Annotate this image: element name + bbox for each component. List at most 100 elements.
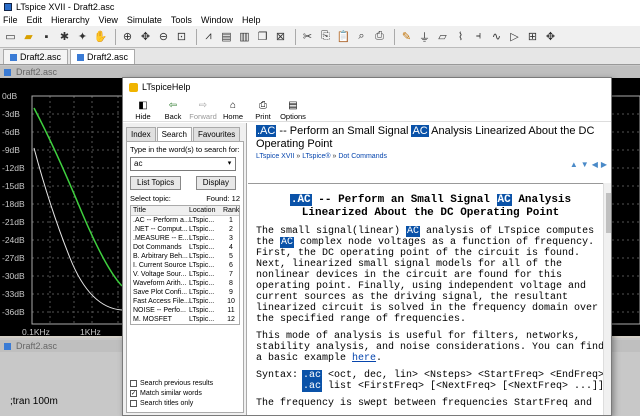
col-location[interactable]: Location xyxy=(189,206,223,215)
search-previous-checkbox[interactable]: Search previous results xyxy=(130,379,213,388)
breadcrumb-link[interactable]: LTspice® xyxy=(302,153,330,160)
search-hit: .ac xyxy=(302,370,323,381)
zoom-in-icon[interactable]: ⊕ xyxy=(120,29,135,44)
forward-button[interactable]: ⇨ Forward xyxy=(189,100,217,121)
dropdown-arrow-icon[interactable]: ▾ xyxy=(225,159,234,169)
settings-icon[interactable]: ✱ xyxy=(57,29,72,44)
copy-icon[interactable]: ⎘ xyxy=(318,29,333,44)
label-net-icon[interactable]: ▱ xyxy=(435,29,450,44)
find-icon[interactable]: ⌕ xyxy=(354,29,369,44)
app-title: LTspice XVII - Draft2.asc xyxy=(16,1,115,12)
capacitor-icon[interactable]: ⫞ xyxy=(471,29,486,44)
result-row[interactable]: B. Arbitrary Beh... LTspic... 5 xyxy=(131,252,239,261)
y-tick-label: -12dB xyxy=(2,163,25,173)
search-hit: AC xyxy=(496,194,512,206)
col-rank[interactable]: Rank xyxy=(223,206,239,215)
search-options: Search previous results ✓ Match similar w… xyxy=(130,378,213,408)
menu-view[interactable]: View xyxy=(99,15,118,25)
tab-index[interactable]: Index xyxy=(126,127,156,141)
move-icon[interactable]: ✥ xyxy=(543,29,558,44)
tab-label: Draft2.asc xyxy=(20,52,62,62)
schematic-icon xyxy=(4,343,11,350)
print-icon[interactable]: ⎙ xyxy=(372,29,387,44)
result-row[interactable]: I. Current Source LTspic... 6 xyxy=(131,261,239,270)
tab-draft2-schematic[interactable]: Draft2.asc xyxy=(3,49,69,64)
component-icon[interactable]: ⊞ xyxy=(525,29,540,44)
result-row[interactable]: Save Plot Confi... LTspic... 9 xyxy=(131,288,239,297)
tab-search[interactable]: Search xyxy=(156,127,192,141)
cut-icon[interactable]: ✂ xyxy=(300,29,315,44)
breadcrumb-link[interactable]: LTspice XVII xyxy=(256,153,294,160)
hide-button[interactable]: ◧ Hide xyxy=(129,100,157,121)
topic-scrollbar[interactable] xyxy=(603,183,611,415)
save-icon[interactable]: ▪ xyxy=(39,29,54,44)
result-row[interactable]: Waveform Arith... LTspic... 8 xyxy=(131,279,239,288)
menu-edit[interactable]: Edit xyxy=(27,15,43,25)
titles-only-checkbox[interactable]: Search titles only xyxy=(130,399,213,408)
tab-favourites[interactable]: Favourites xyxy=(192,127,241,141)
search-input[interactable]: ac ▾ xyxy=(130,157,236,171)
result-row[interactable]: .AC -- Perform a... LTspic... 1 xyxy=(131,216,239,225)
autorange-icon[interactable]: ⩘ xyxy=(201,29,216,44)
result-row[interactable]: .MEASURE -- E... LTspic... 3 xyxy=(131,234,239,243)
menu-tools[interactable]: Tools xyxy=(171,15,192,25)
title-text: -- Perform an Small Signal xyxy=(276,125,412,137)
resistor-icon[interactable]: ⌇ xyxy=(453,29,468,44)
result-location: LTspic... xyxy=(189,316,215,323)
display-button[interactable]: Display xyxy=(195,176,236,190)
match-similar-checkbox[interactable]: ✓ Match similar words xyxy=(130,389,213,398)
home-button[interactable]: ⌂ Home xyxy=(219,100,247,121)
tab-draft2-plot[interactable]: Draft2.asc xyxy=(70,49,136,64)
scrollbar-thumb[interactable] xyxy=(606,193,611,233)
menu-hierarchy[interactable]: Hierarchy xyxy=(51,15,90,25)
search-hit: .AC xyxy=(256,125,277,137)
result-row[interactable]: M. MOSFET LTspic... 12 xyxy=(131,315,239,324)
zoom-out-icon[interactable]: ⊖ xyxy=(156,29,171,44)
breadcrumb-link[interactable]: Dot Commands xyxy=(338,153,387,160)
result-row[interactable]: Fast Access File... LTspic... 10 xyxy=(131,297,239,306)
result-location: LTspic... xyxy=(189,244,215,251)
paste-icon[interactable]: 📋 xyxy=(336,29,351,44)
result-row[interactable]: V. Voltage Sour... LTspic... 7 xyxy=(131,270,239,279)
halt-icon[interactable]: ✋ xyxy=(93,29,108,44)
menu-window[interactable]: Window xyxy=(201,15,233,25)
options-button[interactable]: ▤ Options xyxy=(279,100,307,121)
result-title: B. Arbitrary Beh... xyxy=(133,253,188,260)
result-rank: 3 xyxy=(229,235,233,242)
print-button[interactable]: ⎙ Print xyxy=(249,100,277,121)
run-icon[interactable]: ✦ xyxy=(75,29,90,44)
diode-icon[interactable]: ▷ xyxy=(507,29,522,44)
spice-directive[interactable]: ;tran 100m xyxy=(10,396,58,407)
inductor-icon[interactable]: ∿ xyxy=(489,29,504,44)
prev-topic-icon[interactable]: ▲ xyxy=(570,160,578,169)
checkbox-checked-icon: ✓ xyxy=(130,390,137,397)
menu-help[interactable]: Help xyxy=(242,15,261,25)
prev-page-icon[interactable]: ◀ xyxy=(592,160,598,169)
y-tick-label: -36dB xyxy=(2,307,25,317)
result-rank: 7 xyxy=(229,271,233,278)
menu-simulate[interactable]: Simulate xyxy=(127,15,162,25)
tile-vertical-icon[interactable]: ▥ xyxy=(237,29,252,44)
cascade-icon[interactable]: ❐ xyxy=(255,29,270,44)
new-schematic-icon[interactable]: ▭ xyxy=(3,29,18,44)
draw-wire-icon[interactable]: ✎ xyxy=(399,29,414,44)
pan-icon[interactable]: ✥ xyxy=(138,29,153,44)
list-topics-button[interactable]: List Topics xyxy=(130,176,182,190)
tile-horizontal-icon[interactable]: ▤ xyxy=(219,29,234,44)
open-folder-icon[interactable]: ▰ xyxy=(21,29,36,44)
col-title[interactable]: Title xyxy=(131,206,189,215)
result-row[interactable]: NOISE -- Perfo... LTspic... 11 xyxy=(131,306,239,315)
paragraph-intro: The small signal(linear) AC analysis of … xyxy=(256,226,605,325)
result-row[interactable]: Dot Commands LTspic... 4 xyxy=(131,243,239,252)
ground-icon[interactable]: ⏚ xyxy=(417,29,432,44)
back-button[interactable]: ⇦ Back xyxy=(159,100,187,121)
syntax-label: Syntax: xyxy=(256,370,299,381)
menu-file[interactable]: File xyxy=(3,15,18,25)
example-link[interactable]: here xyxy=(352,353,376,364)
next-page-icon[interactable]: ▶ xyxy=(601,160,607,169)
zoom-fit-icon[interactable]: ⊡ xyxy=(174,29,189,44)
next-topic-icon[interactable]: ▼ xyxy=(581,160,589,169)
result-location: LTspic... xyxy=(189,226,215,233)
close-all-icon[interactable]: ⊠ xyxy=(273,29,288,44)
result-row[interactable]: .NET -- Comput... LTspic... 2 xyxy=(131,225,239,234)
